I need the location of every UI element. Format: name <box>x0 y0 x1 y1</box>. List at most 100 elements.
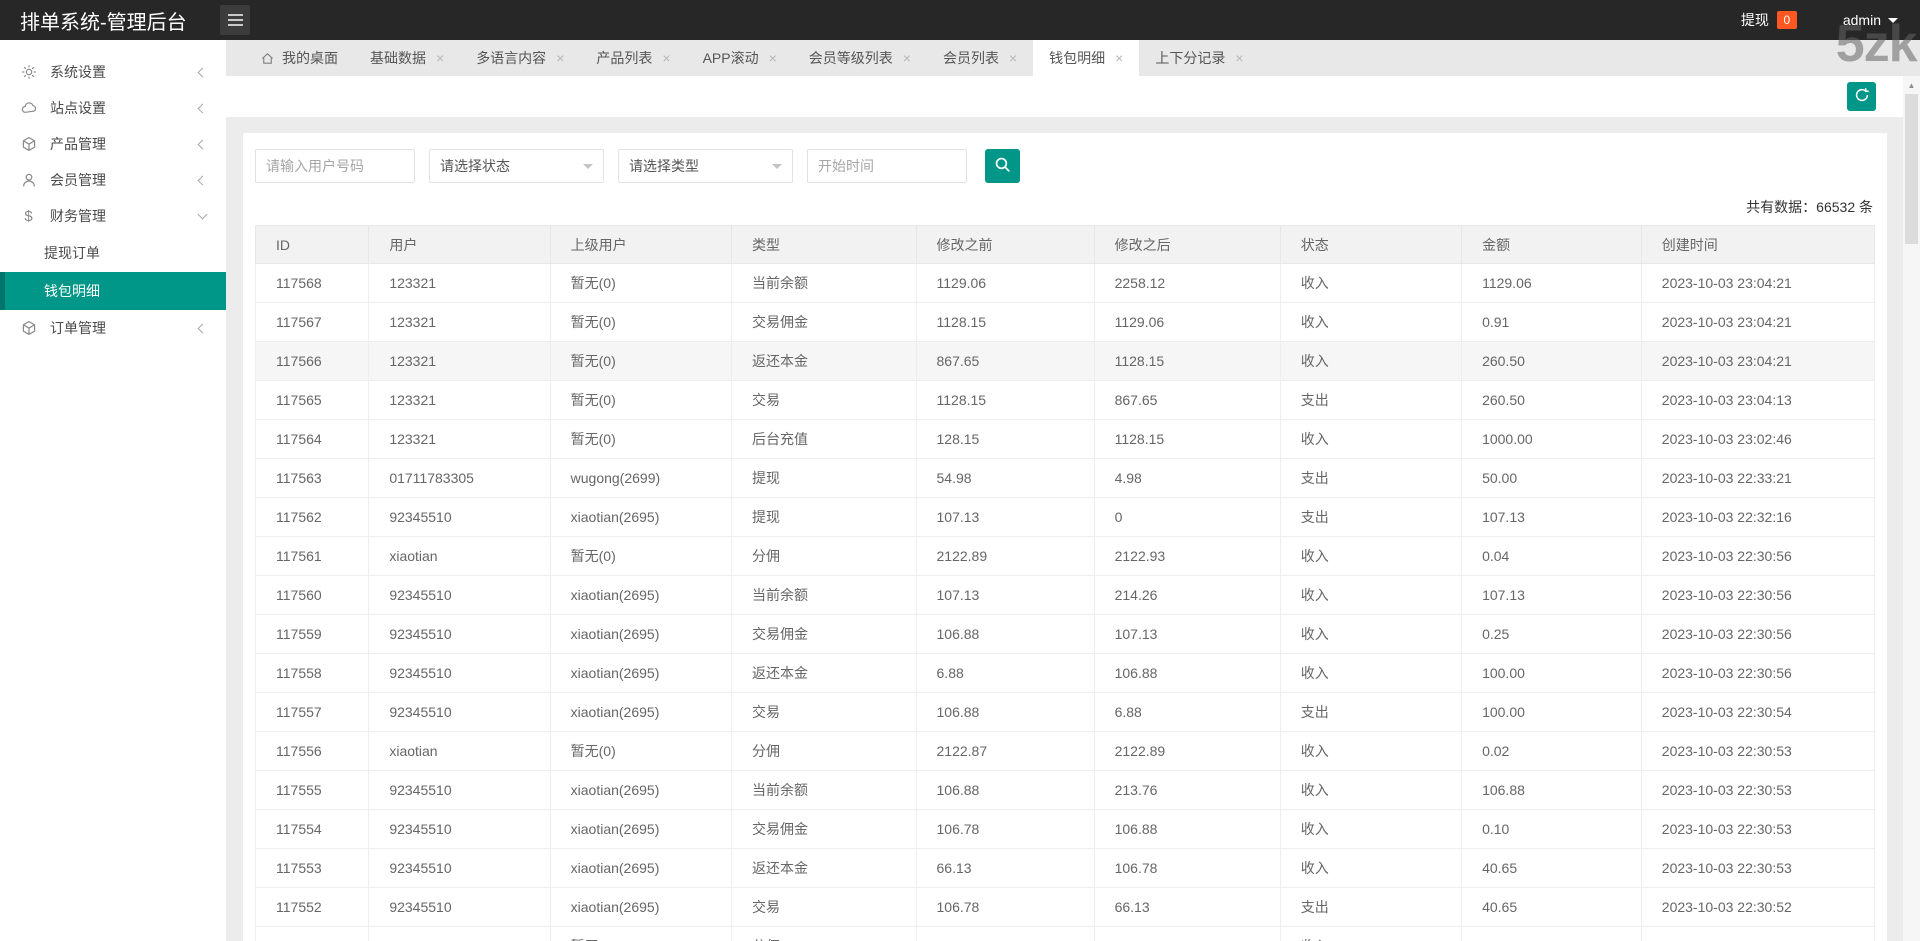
sidebar-item-3[interactable]: 会员管理 <box>0 162 226 198</box>
scroll-up-arrow[interactable]: ▲ <box>1903 76 1920 94</box>
type-select-value: 请选择类型 <box>629 158 699 174</box>
content-panel: 请选择状态 请选择类型 共有数据：66532 条 <box>243 133 1887 941</box>
close-icon[interactable]: × <box>1009 51 1017 65</box>
cell: 返还本金 <box>730 848 917 888</box>
cell: 117551 <box>254 926 370 941</box>
table-row[interactable]: 117567 123321 暂无(0) 交易佣金 1128.15 1129.06 收入 0.9… <box>254 302 1876 342</box>
sidebar-subitem-4-1[interactable]: 钱包明细 <box>0 272 226 310</box>
cell: 106.88 <box>915 770 1095 810</box>
table-row[interactable]: 117561 xiaotian 暂无(0) 分佣 2122.89 2122.93 收入 0.0… <box>254 536 1876 576</box>
cell: xiaotian(2695) <box>549 770 732 810</box>
table-row[interactable]: 117554 92345510 xiaotian(2695) 交易佣金 106.78 10… <box>254 809 1876 849</box>
cell: 117553 <box>254 848 370 888</box>
menu-toggle-button[interactable] <box>220 5 250 35</box>
cell: 92345510 <box>368 809 551 849</box>
table-row[interactable]: 117562 92345510 xiaotian(2695) 提现 107.13 0 支出 1… <box>254 497 1876 537</box>
tab-label: APP滚动 <box>702 50 759 66</box>
refresh-button[interactable] <box>1847 82 1876 111</box>
cell: 106.78 <box>915 809 1095 849</box>
cell: 1128.15 <box>1093 341 1281 381</box>
scrollbar[interactable]: ▲ <box>1903 76 1920 941</box>
cell: 收入 <box>1279 926 1463 941</box>
cell: 117556 <box>254 731 370 771</box>
cell: 暂无(0) <box>549 263 732 303</box>
table-row[interactable]: 117553 92345510 xiaotian(2695) 返还本金 66.13 106… <box>254 848 1876 888</box>
tab-8[interactable]: 上下分记录 × <box>1139 40 1259 76</box>
cell: 当前余额 <box>730 263 917 303</box>
type-select[interactable]: 请选择类型 <box>618 149 793 183</box>
cell: xiaotian <box>368 731 551 771</box>
cell: 2122.93 <box>1093 536 1281 576</box>
close-icon[interactable]: × <box>903 51 911 65</box>
table-row[interactable]: 117559 92345510 xiaotian(2695) 交易佣金 106.88 10… <box>254 614 1876 654</box>
close-icon[interactable]: × <box>436 51 444 65</box>
refresh-icon <box>1854 87 1870 106</box>
search-button[interactable] <box>985 149 1020 183</box>
close-icon[interactable]: × <box>1235 51 1243 65</box>
close-icon[interactable]: × <box>769 51 777 65</box>
toolbar <box>226 76 1920 117</box>
tab-label: 我的桌面 <box>282 50 338 66</box>
cell: 117564 <box>254 419 370 459</box>
table-row[interactable]: 117552 92345510 xiaotian(2695) 交易 106.78 66.1… <box>254 887 1876 927</box>
cell: 4.98 <box>1093 458 1281 498</box>
sidebar: 系统设置 站点设置 产品管理 会员管理 $ 财务管理 提现订单 钱包明细 订单管理 <box>0 40 226 941</box>
cell: 107.13 <box>1093 614 1281 654</box>
cell: 2023-10-03 23:04:21 <box>1640 263 1876 303</box>
cell: 117566 <box>254 341 370 381</box>
sidebar-item-5[interactable]: 订单管理 <box>0 310 226 346</box>
tab-0[interactable]: 我的桌面 <box>244 40 354 76</box>
withdraw-link[interactable]: 提现 <box>1741 10 1769 30</box>
table-row[interactable]: 117557 92345510 xiaotian(2695) 交易 106.88 6.88… <box>254 692 1876 732</box>
cell: 213.76 <box>1093 770 1281 810</box>
cell: 2023-10-03 22:30:53 <box>1640 848 1876 888</box>
cell: xiaotian <box>368 926 551 941</box>
table-row[interactable]: 117563 01711783305 wugong(2699) 提现 54.98 4.98… <box>254 458 1876 498</box>
cell: 后台充值 <box>730 419 917 459</box>
cell: 2122.84 <box>915 926 1095 941</box>
status-select[interactable]: 请选择状态 <box>429 149 604 183</box>
cell: 1129.06 <box>1461 263 1642 303</box>
close-icon[interactable]: × <box>662 51 670 65</box>
table-row[interactable]: 117566 123321 暂无(0) 返还本金 867.65 1128.15 收入 260.… <box>254 341 1876 381</box>
tab-1[interactable]: 基础数据 × <box>354 40 460 76</box>
sidebar-item-2[interactable]: 产品管理 <box>0 126 226 162</box>
cell: 92345510 <box>368 887 551 927</box>
tab-4[interactable]: APP滚动 × <box>687 40 793 76</box>
sidebar-subitem-4-0[interactable]: 提现订单 <box>0 234 226 272</box>
tab-5[interactable]: 会员等级列表 × <box>793 40 927 76</box>
tab-7[interactable]: 钱包明细 × <box>1033 40 1140 76</box>
table-row[interactable]: 117560 92345510 xiaotian(2695) 当前余额 107.13 21… <box>254 575 1876 615</box>
sidebar-item-0[interactable]: 系统设置 <box>0 54 226 90</box>
tab-2[interactable]: 多语言内容 × <box>460 40 580 76</box>
table-row[interactable]: 117565 123321 暂无(0) 交易 1128.15 867.65 支出 260.50… <box>254 380 1876 420</box>
close-icon[interactable]: × <box>1115 51 1123 65</box>
table-row[interactable]: 117558 92345510 xiaotian(2695) 返还本金 6.88 106.… <box>254 653 1876 693</box>
cell: 2023-10-03 22:30:56 <box>1640 653 1876 693</box>
sidebar-item-4[interactable]: $ 财务管理 <box>0 198 226 234</box>
cell: 2023-10-03 22:30:56 <box>1640 575 1876 615</box>
start-time-input[interactable] <box>807 149 967 183</box>
cell: 117560 <box>254 575 370 615</box>
cell: 2122.89 <box>915 536 1095 576</box>
cell: 2023-10-03 23:04:21 <box>1640 302 1876 342</box>
table-row[interactable]: 117556 xiaotian 暂无(0) 分佣 2122.87 2122.89 收入 0.0… <box>254 731 1876 771</box>
cell: 0.03 <box>1461 926 1642 941</box>
user-menu[interactable]: admin <box>1843 12 1898 28</box>
cell: 收入 <box>1279 536 1463 576</box>
sidebar-item-1[interactable]: 站点设置 <box>0 90 226 126</box>
scroll-thumb[interactable] <box>1905 94 1918 244</box>
tab-3[interactable]: 产品列表 × <box>580 40 686 76</box>
sidebar-item-label: 站点设置 <box>50 100 106 116</box>
column-header: 类型 <box>730 225 917 264</box>
withdraw-badge[interactable]: 0 <box>1776 11 1797 29</box>
caret-down-icon <box>772 164 782 174</box>
table-row[interactable]: 117568 123321 暂无(0) 当前余额 1129.06 2258.12 收入 112… <box>254 263 1876 303</box>
table-row[interactable]: 117555 92345510 xiaotian(2695) 当前余额 106.88 21… <box>254 770 1876 810</box>
table-row[interactable]: 117564 123321 暂无(0) 后台充值 128.15 1128.15 收入 1000… <box>254 419 1876 459</box>
user-number-input[interactable] <box>255 149 415 183</box>
cell: 106.88 <box>915 692 1095 732</box>
table-row[interactable]: 117551xiaotian暂无(0)分佣2122.842122.87收入0.0… <box>254 926 1876 941</box>
close-icon[interactable]: × <box>556 51 564 65</box>
tab-6[interactable]: 会员列表 × <box>927 40 1033 76</box>
